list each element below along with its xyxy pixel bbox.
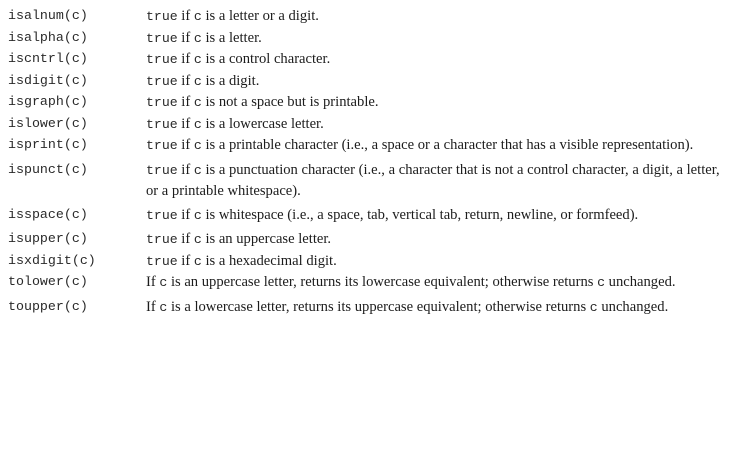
inline-code: true: [146, 9, 178, 24]
inline-code: c: [193, 30, 202, 46]
description-text: is a punctuation character (i.e., a char…: [146, 161, 720, 200]
description-text: if: [177, 29, 194, 46]
description-text: if: [177, 94, 194, 110]
function-description: true if c is a punctuation character (i.…: [146, 160, 732, 202]
function-description: true if c is not a space but is printabl…: [146, 92, 732, 114]
function-description: true if c is an uppercase letter.: [146, 229, 732, 251]
inline-code: true: [146, 30, 178, 46]
function-description: true if c is a lowercase letter.: [146, 114, 732, 136]
inline-code: c: [589, 299, 598, 315]
table-row: isxdigit(c) true if c is a hexadecimal di…: [8, 251, 732, 273]
function-name: tolower(c): [8, 274, 88, 289]
inline-code: true: [146, 162, 178, 178]
table-row: isgraph(c) true if c is not a space but i…: [8, 92, 732, 114]
description-text: if: [177, 72, 194, 89]
inline-code: c: [193, 207, 202, 223]
function-name: isgraph(c): [8, 94, 88, 109]
function-name: isspace(c): [8, 206, 88, 222]
description-text: if: [177, 51, 194, 67]
function-description: true if c is a letter or a digit.: [146, 6, 732, 28]
inline-code: c: [193, 138, 202, 153]
function-description: true if c is whitespace (i.e., a space, …: [146, 205, 732, 227]
function-name: islower(c): [8, 115, 88, 131]
table-row: isalpha(c) true if c is a letter.: [8, 28, 732, 50]
function-name: isprint(c): [8, 137, 88, 152]
description-text: is whitespace (i.e., a space, tab, verti…: [201, 206, 639, 223]
description-text: If: [146, 274, 160, 290]
table-row: isdigit(c) true if c is a digit.: [8, 71, 732, 93]
inline-code: c: [193, 116, 202, 132]
inline-code: c: [193, 95, 202, 110]
function-name: isdigit(c): [8, 72, 88, 88]
inline-code: true: [146, 232, 178, 247]
function-reference-table: isalnum(c) true if c is a letter or a dig…: [8, 6, 732, 321]
table-row: toupper(c) If c is a lowercase letter, re…: [8, 297, 732, 319]
function-description: If c is an uppercase letter, returns its…: [146, 272, 732, 294]
inline-code: true: [146, 207, 178, 223]
description-text: if: [177, 137, 194, 153]
function-description: true if c is a control character.: [146, 49, 732, 71]
function-name: iscntrl(c): [8, 51, 88, 66]
description-text: If: [146, 298, 160, 315]
inline-code: c: [597, 275, 605, 290]
description-text: is an uppercase letter.: [201, 231, 332, 247]
inline-code: c: [193, 162, 202, 178]
description-text: unchanged.: [597, 298, 669, 315]
inline-code: c: [193, 73, 202, 89]
inline-code: true: [146, 73, 178, 89]
description-text: if: [177, 252, 194, 269]
function-name: isalpha(c): [8, 29, 88, 45]
description-text: unchanged.: [605, 274, 676, 290]
inline-code: c: [193, 52, 202, 67]
description-text: is a letter or a digit.: [201, 8, 319, 24]
description-text: is a lowercase letter.: [201, 115, 324, 132]
description-text: is a printable character (i.e., a space …: [201, 137, 694, 153]
description-text: is an uppercase letter, returns its lowe…: [167, 274, 598, 290]
description-text: is a control character.: [201, 51, 331, 67]
description-text: is not a space but is printable.: [201, 94, 379, 110]
table-row: isspace(c) true if c is whitespace (i.e.,…: [8, 205, 732, 227]
function-name: isxdigit(c): [8, 252, 96, 268]
description-text: if: [177, 161, 194, 178]
function-description: true if c is a digit.: [146, 71, 732, 93]
table-row: islower(c) true if c is a lowercase lette…: [8, 114, 732, 136]
inline-code: c: [193, 253, 202, 269]
function-name: isalnum(c): [8, 8, 88, 23]
description-text: is a letter.: [201, 29, 262, 46]
function-name: toupper(c): [8, 298, 88, 314]
inline-code: c: [193, 232, 202, 247]
description-text: is a lowercase letter, returns its upper…: [167, 298, 590, 315]
function-description: true if c is a letter.: [146, 28, 732, 50]
function-name: ispunct(c): [8, 161, 88, 177]
inline-code: true: [146, 95, 178, 110]
table-row: tolower(c) If c is an uppercase letter, r…: [8, 272, 732, 294]
inline-code: true: [146, 52, 178, 67]
function-description: true if c is a hexadecimal digit.: [146, 251, 732, 273]
description-text: is a hexadecimal digit.: [201, 252, 337, 269]
table-row: isalnum(c) true if c is a letter or a dig…: [8, 6, 732, 28]
table-row: ispunct(c) true if c is a punctuation cha…: [8, 160, 732, 202]
table-row: iscntrl(c) true if c is a control charact…: [8, 49, 732, 71]
table-row: isprint(c) true if c is a printable chara…: [8, 135, 732, 157]
description-text: is a digit.: [201, 72, 260, 89]
inline-code: c: [193, 9, 202, 24]
function-description: If c is a lowercase letter, returns its …: [146, 297, 732, 319]
description-text: if: [177, 231, 194, 247]
inline-code: true: [146, 116, 178, 132]
table-row: isupper(c) true if c is an uppercase lett…: [8, 229, 732, 251]
description-text: if: [177, 8, 194, 24]
function-name: isupper(c): [8, 231, 88, 246]
description-text: if: [177, 115, 194, 132]
inline-code: true: [146, 138, 178, 153]
inline-code: true: [146, 253, 178, 269]
function-description: true if c is a printable character (i.e.…: [146, 135, 732, 157]
description-text: if: [177, 206, 194, 223]
